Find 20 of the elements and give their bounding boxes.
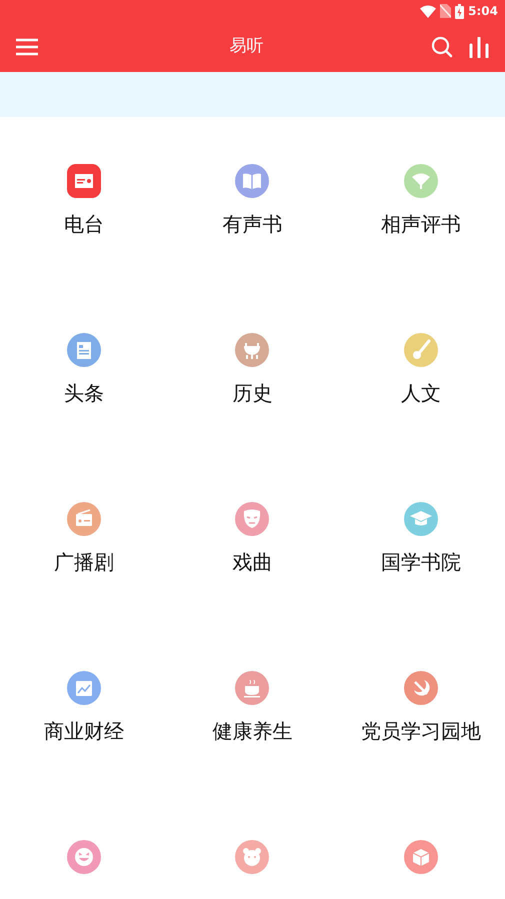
status-time: 5:04 xyxy=(468,3,498,20)
bars-icon xyxy=(469,36,489,58)
search-icon xyxy=(431,36,453,58)
category-link[interactable]: 广播剧 xyxy=(54,455,114,624)
category-link[interactable]: 人文 xyxy=(400,286,441,455)
category-link[interactable]: 历史 xyxy=(232,286,272,455)
category-link[interactable]: 相声评书 xyxy=(380,117,461,286)
app-title: 易听 xyxy=(230,35,264,58)
wifi-icon xyxy=(420,4,436,18)
category-link[interactable]: 有声书 xyxy=(222,117,282,286)
category-link[interactable]: 商业财经 xyxy=(44,624,124,793)
category-link[interactable]: 健康养生 xyxy=(212,624,292,793)
category-link[interactable]: 头条 xyxy=(64,286,104,455)
no-sim-icon xyxy=(440,4,452,18)
category-link[interactable]: 党员学习园地 xyxy=(360,624,481,793)
menu-icon xyxy=(16,38,38,56)
category-link[interactable]: 国学书院 xyxy=(380,455,461,624)
category-link[interactable]: 戏曲 xyxy=(232,455,272,624)
category-link[interactable]: 电台 xyxy=(64,117,104,286)
battery-icon xyxy=(455,4,464,18)
